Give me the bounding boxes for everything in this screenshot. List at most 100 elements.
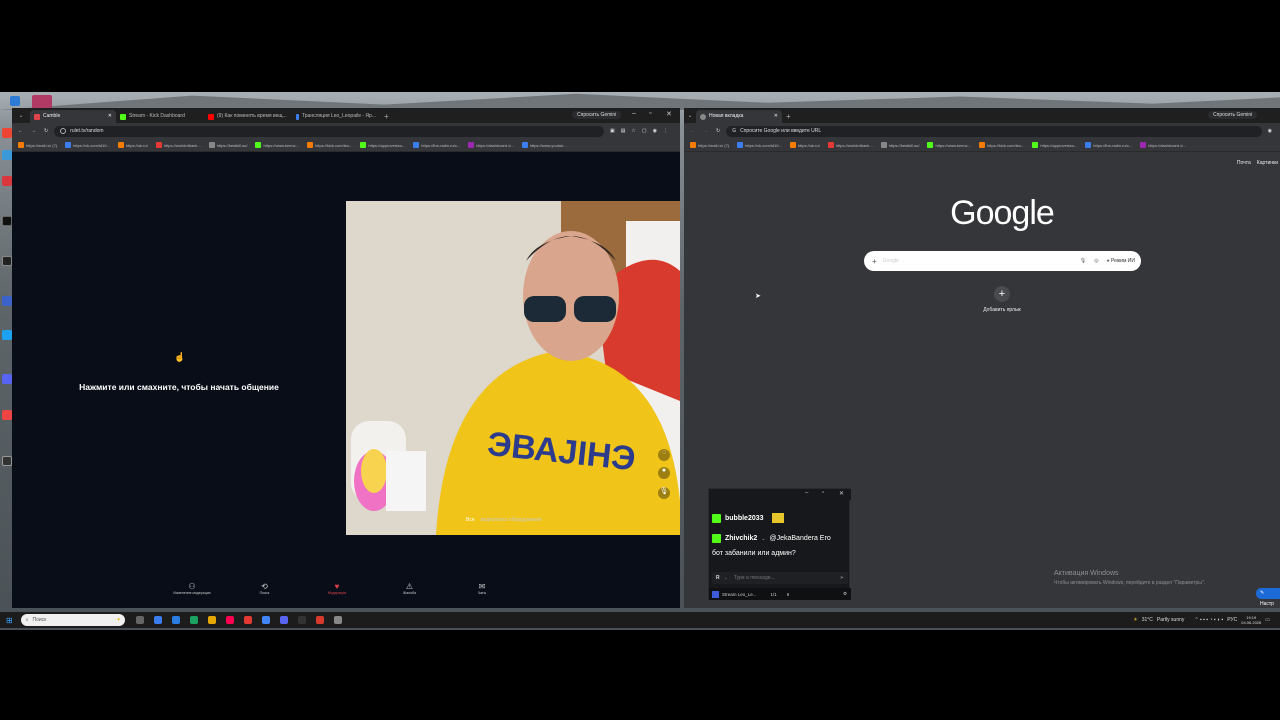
taskbar-app-icon[interactable] [261,616,270,624]
toolbar-button[interactable]: ⚇ Изменение модерации [172,582,212,606]
bookmark-item[interactable]: https://dashboard.d... [468,142,514,148]
ai-mode-button[interactable]: ⚹ Режим ИИ [1107,258,1135,264]
taskbar-app-icon[interactable] [135,616,144,624]
new-tab-button[interactable]: + [782,110,795,123]
taskbar-app-icon[interactable] [279,616,288,624]
toolbar-button[interactable]: ♥ Модерация [317,582,357,606]
forward-icon[interactable]: → [31,128,36,134]
toolbar-button[interactable]: ⚠ Жалоба [390,582,430,606]
lens-icon[interactable]: ◎ [1094,258,1098,264]
send-icon[interactable]: ➤ [840,575,844,581]
start-icon[interactable]: ⊞ [6,616,13,625]
mic-icon[interactable]: 🎙 [658,487,670,499]
tab-youtube[interactable]: (9) Как поменять время вещ... [204,110,292,123]
bookmark-item[interactable]: https://www.keeuc... [927,142,971,148]
extensions-icons[interactable]: ▣▤☆▢◉⋮ [610,128,674,134]
bookmark-item[interactable]: https://mail.ru/ (7) [690,142,729,148]
bookmark-item[interactable]: https://approveissu... [360,142,405,148]
taskbar-app-icon[interactable] [297,616,306,624]
maximize-icon[interactable]: ▫ [822,490,824,496]
desktop-app-icon[interactable] [2,256,12,266]
bookmark-item[interactable]: https://vk.com/id10... [737,142,782,148]
desktop-app-icon[interactable] [2,216,12,226]
bookmark-item[interactable]: https://kick.com/leo... [307,142,352,148]
gemini-button[interactable]: Спросить Gemini [1208,111,1258,119]
gmail-link[interactable]: Почта [1237,160,1251,166]
bookmark-item[interactable]: https://www.youtub... [521,142,567,148]
minimize-icon[interactable]: – [805,490,808,496]
toolbar-button[interactable]: ⟲ Поиск [245,582,285,606]
desktop-app-icon[interactable] [2,456,12,466]
close-icon[interactable]: ✕ [839,490,844,497]
close-window-icon[interactable]: ✕ [666,110,672,118]
tab-new-tab[interactable]: Новая вкладка ✕ [696,110,782,123]
bookmark-item[interactable]: https://dashboard.d... [1140,142,1186,148]
taskbar-app-icon[interactable] [333,616,342,624]
site-info-icon[interactable] [60,128,67,134]
taskbar-app-icon[interactable] [171,616,180,624]
settings-icon[interactable]: ⚙ [843,591,847,597]
desktop-app-icon[interactable] [2,410,12,420]
maximize-icon[interactable]: ▫ [649,110,651,117]
desktop-app-icon[interactable] [2,176,12,186]
bookmark-item[interactable]: https://mail.ru/ (7) [18,142,57,148]
images-link[interactable]: Картинки [1257,160,1278,166]
address-bar[interactable]: G Спросите Google или введите URL [726,125,1262,137]
bookmark-item[interactable]: https://bestkill.su/ [880,142,919,148]
desktop-app-icon[interactable] [2,330,12,340]
reload-icon[interactable]: ↻ [44,128,48,134]
toolbar-button[interactable]: ✉ Чаты [462,582,502,606]
bookmark-item[interactable]: https://kick.com/leo... [979,142,1024,148]
taskbar-app-icon[interactable] [189,616,198,624]
desktop-thumbnail-icon[interactable] [32,95,52,109]
bookmark-item[interactable]: https://vk.com/id10... [65,142,110,148]
profile-icon[interactable]: ◉ [1268,128,1272,134]
taskbar-search[interactable]: ⌕ Поиск ✦ [20,614,125,626]
tab-search-icon[interactable]: ⌄ [684,110,696,123]
start-chat-prompt[interactable]: Нажмите или смахните, чтобы начать общен… [62,382,296,392]
bookmark-item[interactable]: https://www.keeuc... [255,142,299,148]
stream-label[interactable]: Stream Leo_Le... [722,592,757,597]
reload-icon[interactable]: ↻ [716,128,720,134]
add-shortcut-button[interactable]: + [994,286,1010,302]
dropdown-icon[interactable]: ⌄ [724,575,728,581]
taskbar-app-icon[interactable] [243,616,252,624]
bookmark-item[interactable]: https://worldofbank... [827,142,873,148]
desktop-app-icon[interactable] [2,150,12,160]
tab-camble[interactable]: Camble ✕ [30,110,116,123]
effects-icon[interactable]: ● [658,467,670,479]
taskbar-app-icon[interactable] [153,616,162,624]
close-icon[interactable]: ✕ [774,110,778,123]
plus-icon[interactable]: + [872,257,877,266]
language-indicator[interactable]: РУС [1227,617,1237,623]
desktop-app-icon[interactable] [2,374,12,384]
chat-username[interactable]: Zhivchik2 [725,535,757,542]
chat-username[interactable]: bubble2033 [725,515,764,522]
chat-input[interactable]: R ⌄ Type a message... ➤ [712,572,848,584]
close-icon[interactable]: ✕ [108,110,112,123]
weather-desc[interactable]: Partly sunny [1157,617,1185,623]
tab-kick-dashboard[interactable]: Stream - Kick Dashboard [116,110,204,123]
customize-button[interactable]: ✎ Настр [1256,588,1280,607]
bookmark-item[interactable]: https://the-radio.ru/c... [1085,142,1132,148]
bookmark-item[interactable]: https://ok.ru/ [789,142,820,148]
bookmark-item[interactable]: https://approveissu... [1032,142,1077,148]
tab-search-icon[interactable]: ⌄ [12,110,30,123]
desktop-icon[interactable] [10,96,20,106]
bookmark-item[interactable]: https://bestkill.su/ [208,142,247,148]
forward-icon[interactable]: → [703,128,708,134]
camera-switch-icon[interactable]: ◌ [658,449,670,461]
weather-temp[interactable]: 31°C [1142,617,1153,623]
mic-icon[interactable]: 🎙 [1080,258,1086,264]
bookmark-item[interactable]: https://worldofbank... [155,142,201,148]
tab-translation[interactable]: Трансляция Leo_Leopaile - Яр... [292,110,380,123]
taskbar-app-icon[interactable] [315,616,324,624]
desktop-app-icon[interactable] [2,296,12,306]
bookmark-item[interactable]: https://the-radio.ru/c... [413,142,460,148]
new-tab-button[interactable]: + [380,110,393,123]
back-icon[interactable]: ← [690,128,695,134]
bookmark-item[interactable]: https://ok.ru/ [117,142,148,148]
address-bar[interactable]: rulet.tv/random [54,125,604,137]
back-icon[interactable]: ← [18,128,23,134]
notifications-icon[interactable]: ▭ [1265,617,1270,623]
